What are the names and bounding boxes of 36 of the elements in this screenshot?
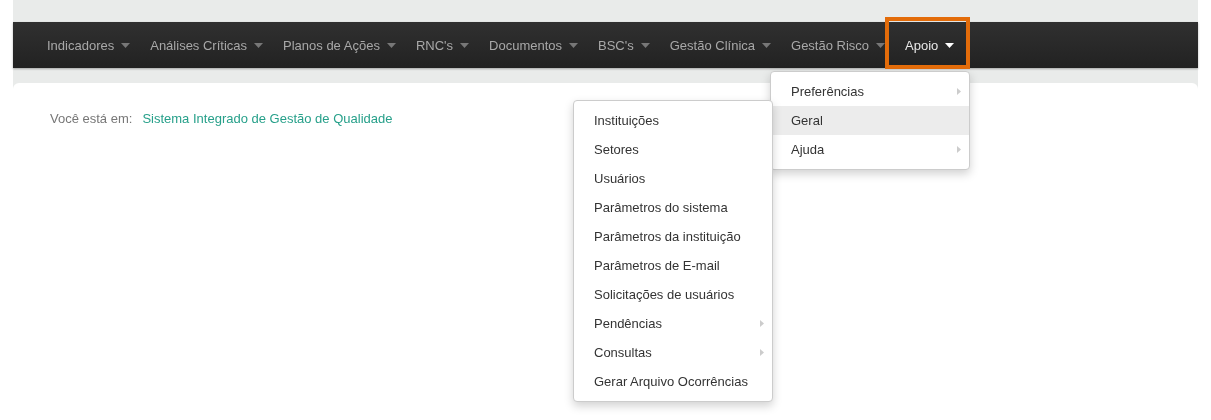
nav-menu-item[interactable]: Apoio <box>895 22 965 68</box>
caret-icon <box>762 42 771 48</box>
caret-icon <box>876 42 886 48</box>
caret-icon <box>121 42 131 48</box>
chevron-right-icon <box>957 146 961 153</box>
menu-item[interactable]: Usuários <box>574 164 772 193</box>
nav-menu-item[interactable]: Gestão Risco <box>781 22 896 68</box>
caret-icon <box>254 42 264 48</box>
caret-icon <box>386 42 396 48</box>
caret-icon <box>945 42 955 48</box>
menu-item[interactable]: Consultas <box>574 338 772 367</box>
nav-menu-item[interactable]: BSC's <box>588 22 660 68</box>
chevron-right-icon <box>957 88 961 95</box>
caret-icon <box>569 42 579 48</box>
nav-menu-item[interactable]: Indicadores <box>37 22 141 68</box>
menu-item[interactable]: Parâmetros da instituição <box>574 222 772 251</box>
menu-item[interactable]: Preferências <box>771 77 969 106</box>
menu-item[interactable]: Ajuda <box>771 135 969 164</box>
menu-item[interactable]: Gerar Arquivo Ocorrências <box>574 367 772 396</box>
nav-menu-item[interactable]: Análises Críticas <box>140 22 274 68</box>
chevron-right-icon <box>760 349 764 356</box>
caret-icon <box>640 42 650 48</box>
chevron-right-icon <box>760 320 764 327</box>
nav-menu-item[interactable]: Planos de Ações <box>273 22 406 68</box>
menu-item[interactable]: Setores <box>574 135 772 164</box>
menu-item[interactable]: Parâmetros do sistema <box>574 193 772 222</box>
menu-item[interactable]: Parâmetros de E-mail <box>574 251 772 280</box>
nav-menu-item[interactable]: Gestão Clínica <box>659 22 781 68</box>
menu-item[interactable]: Pendências <box>574 309 772 338</box>
nav-menu-item[interactable]: RNC's <box>405 22 480 68</box>
caret-icon <box>460 42 470 48</box>
menu-item[interactable]: Solicitações de usuários <box>574 280 772 309</box>
breadcrumb-label: Você está em: <box>50 111 133 128</box>
menu-item[interactable]: Instituições <box>574 106 772 135</box>
menu-item[interactable]: Geral <box>771 106 969 135</box>
nav-menu-item[interactable]: Documentos <box>479 22 589 68</box>
